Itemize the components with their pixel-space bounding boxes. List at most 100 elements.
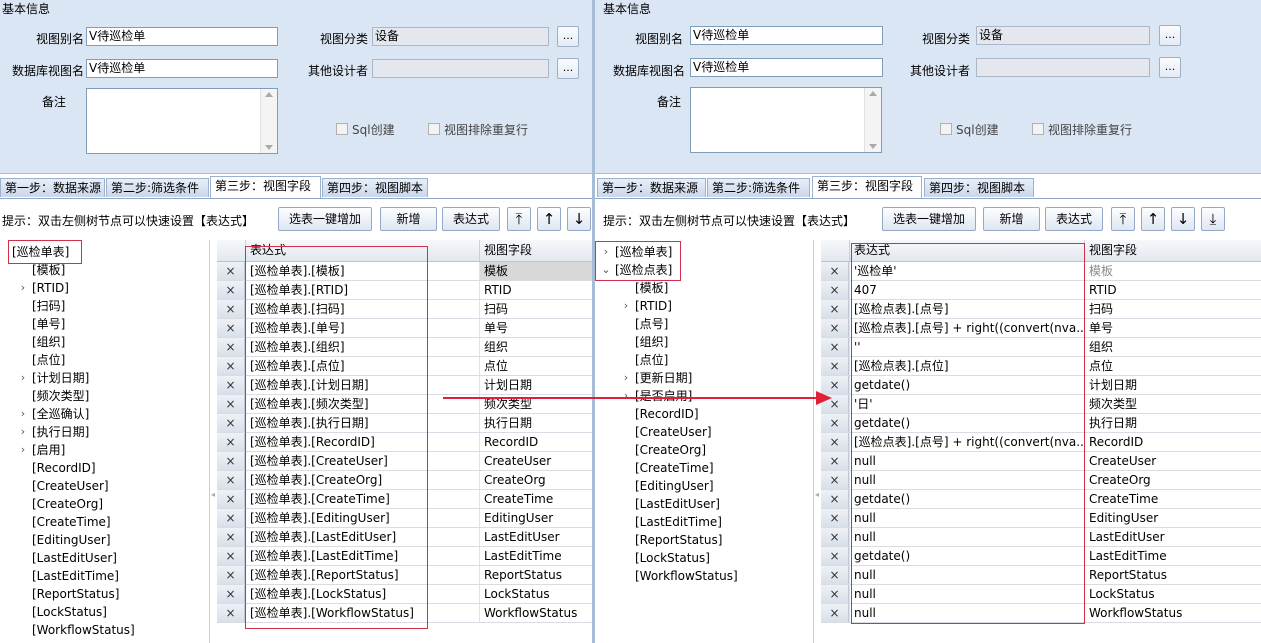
move-top-icon[interactable]: ⤒ <box>1111 207 1135 231</box>
tree-node[interactable]: [WorkflowStatus] <box>32 621 135 639</box>
tree-node[interactable]: [CreateUser] <box>32 477 109 495</box>
expr-cell[interactable]: 407 <box>849 281 1084 299</box>
expr-cell[interactable]: [巡检单表].[EditingUser] <box>245 509 479 527</box>
tree-node[interactable]: [LastEditUser] <box>635 495 720 513</box>
view-field-cell[interactable]: WorkflowStatus <box>1084 604 1261 622</box>
tree-expand-icon[interactable]: › <box>18 441 28 459</box>
table-row[interactable]: × [巡检单表].[EditingUser] EditingUser <box>217 509 592 528</box>
table-row[interactable]: × [巡检单表].[扫码] 扫码 <box>217 300 592 319</box>
tree-node[interactable]: [CreateOrg] <box>32 495 103 513</box>
tab-step1[interactable]: 第一步：数据来源 <box>0 178 105 197</box>
expr-cell[interactable]: [巡检单表].[LockStatus] <box>245 585 479 603</box>
tree-node[interactable]: [点位] <box>32 351 65 369</box>
add-all-button[interactable]: 选表一键增加 <box>278 207 372 231</box>
table-row[interactable]: × [巡检单表].[执行日期] 执行日期 <box>217 414 592 433</box>
move-down-icon[interactable]: ↓ <box>1171 207 1195 231</box>
view-field-cell[interactable]: CreateUser <box>1084 452 1261 470</box>
delete-row-icon[interactable]: × <box>821 281 849 299</box>
view-field-cell[interactable]: EditingUser <box>479 509 592 527</box>
delete-row-icon[interactable]: × <box>821 433 849 451</box>
expr-cell[interactable]: [巡检单表].[CreateOrg] <box>245 471 479 489</box>
designers-ellipsis-button[interactable]: ... <box>557 58 579 79</box>
move-bottom-icon[interactable]: ⤓ <box>1201 207 1225 231</box>
table-row[interactable]: × [巡检单表].[模板] 模板 <box>217 262 592 281</box>
tree-node[interactable]: [CreateUser] <box>635 423 712 441</box>
tree-node[interactable]: [巡检单表] <box>615 243 672 261</box>
delete-row-icon[interactable]: × <box>217 547 245 565</box>
delete-row-icon[interactable]: × <box>217 262 245 280</box>
expr-cell[interactable]: getdate() <box>849 490 1084 508</box>
tree-node[interactable]: [巡检点表] <box>615 261 672 279</box>
delete-row-icon[interactable]: × <box>217 338 245 356</box>
delete-row-icon[interactable]: × <box>821 547 849 565</box>
expression-button[interactable]: 表达式 <box>1045 207 1103 231</box>
table-row[interactable]: × [巡检点表].[点位] 点位 <box>821 357 1261 376</box>
delete-row-icon[interactable]: × <box>217 604 245 622</box>
view-field-cell[interactable]: 计划日期 <box>1084 376 1261 394</box>
field-header[interactable]: 视图字段 <box>1084 240 1261 261</box>
view-field-cell[interactable]: RTID <box>1084 281 1261 299</box>
table-row[interactable]: × getdate() 执行日期 <box>821 414 1261 433</box>
view-field-cell[interactable]: CreateTime <box>479 490 592 508</box>
expr-cell[interactable]: null <box>849 585 1084 603</box>
tab-step3[interactable]: 第三步：视图字段 <box>812 176 922 198</box>
table-row[interactable]: × [巡检点表].[点号] + right((convert(nva... 单号 <box>821 319 1261 338</box>
checkbox-box[interactable] <box>940 123 952 135</box>
table-row[interactable]: × '' 组织 <box>821 338 1261 357</box>
delete-row-icon[interactable]: × <box>821 471 849 489</box>
tree-expand-icon[interactable]: › <box>18 369 28 387</box>
sql-create-checkbox[interactable]: Sql创建 <box>940 121 999 138</box>
move-up-icon[interactable]: ↑ <box>1141 207 1165 231</box>
remark-textarea[interactable] <box>690 87 882 153</box>
view-field-cell[interactable]: EditingUser <box>1084 509 1261 527</box>
delete-row-icon[interactable]: × <box>821 262 849 280</box>
table-row[interactable]: × getdate() LastEditTime <box>821 547 1261 566</box>
view-field-cell[interactable]: 点位 <box>479 357 592 375</box>
view-field-cell[interactable]: 执行日期 <box>1084 414 1261 432</box>
tree-node[interactable]: [频次类型] <box>32 387 89 405</box>
field-tree[interactable]: [巡检单表] [模板] › [RTID] [扫码] [单号] [组织] [点位] › [计划日期]… <box>0 240 210 643</box>
expr-cell[interactable]: [巡检单表].[计划日期] <box>245 376 479 394</box>
tree-node[interactable]: [单号] <box>32 315 65 333</box>
view-field-cell[interactable]: 单号 <box>479 319 592 337</box>
expr-cell[interactable]: [巡检单表].[CreateUser] <box>245 452 479 470</box>
tree-expand-icon[interactable]: › <box>18 405 28 423</box>
expr-cell[interactable]: null <box>849 566 1084 584</box>
delete-row-icon[interactable]: × <box>217 357 245 375</box>
add-button[interactable]: 新增 <box>983 207 1040 231</box>
delete-row-icon[interactable]: × <box>821 300 849 318</box>
move-down-icon[interactable]: ↓ <box>567 207 591 231</box>
delete-row-icon[interactable]: × <box>217 566 245 584</box>
table-row[interactable]: × [巡检单表].[RecordID] RecordID <box>217 433 592 452</box>
tree-node[interactable]: [ReportStatus] <box>32 585 119 603</box>
table-row[interactable]: × 407 RTID <box>821 281 1261 300</box>
db-view-name-field[interactable]: V待巡检单 <box>86 59 278 78</box>
tree-expand-icon[interactable]: › <box>18 423 28 441</box>
view-field-cell[interactable]: LockStatus <box>479 585 592 603</box>
alias-field[interactable]: V待巡检单 <box>86 27 278 46</box>
expr-header[interactable]: 表达式 <box>849 240 1084 261</box>
move-up-icon[interactable]: ↑ <box>537 207 561 231</box>
delete-row-icon[interactable]: × <box>821 509 849 527</box>
tree-node[interactable]: [CreateTime] <box>32 513 111 531</box>
tree-node[interactable]: [RecordID] <box>32 459 96 477</box>
tree-node[interactable]: [EditingUser] <box>635 477 714 495</box>
tree-expand-icon[interactable]: › <box>18 279 28 297</box>
expr-header[interactable]: 表达式 <box>245 240 479 261</box>
view-field-cell[interactable]: 模板 <box>1084 262 1261 280</box>
move-top-icon[interactable]: ⤒ <box>507 207 531 231</box>
tree-expand-icon[interactable]: › <box>601 243 611 261</box>
tree-node[interactable]: [更新日期] <box>635 369 692 387</box>
table-row[interactable]: × '日' 频次类型 <box>821 395 1261 414</box>
view-field-cell[interactable]: CreateUser <box>479 452 592 470</box>
table-row[interactable]: × [巡检单表].[LockStatus] LockStatus <box>217 585 592 604</box>
delete-row-icon[interactable]: × <box>217 319 245 337</box>
tree-expand-icon[interactable]: › <box>621 387 631 405</box>
table-row[interactable]: × null WorkflowStatus <box>821 604 1261 623</box>
view-field-cell[interactable]: 执行日期 <box>479 414 592 432</box>
tree-node[interactable]: [是否启用] <box>635 387 692 405</box>
table-row[interactable]: × null CreateUser <box>821 452 1261 471</box>
table-row[interactable]: × [巡检单表].[LastEditUser] LastEditUser <box>217 528 592 547</box>
tree-node[interactable]: [全巡确认] <box>32 405 89 423</box>
tab-step4[interactable]: 第四步：视图脚本 <box>322 178 428 197</box>
